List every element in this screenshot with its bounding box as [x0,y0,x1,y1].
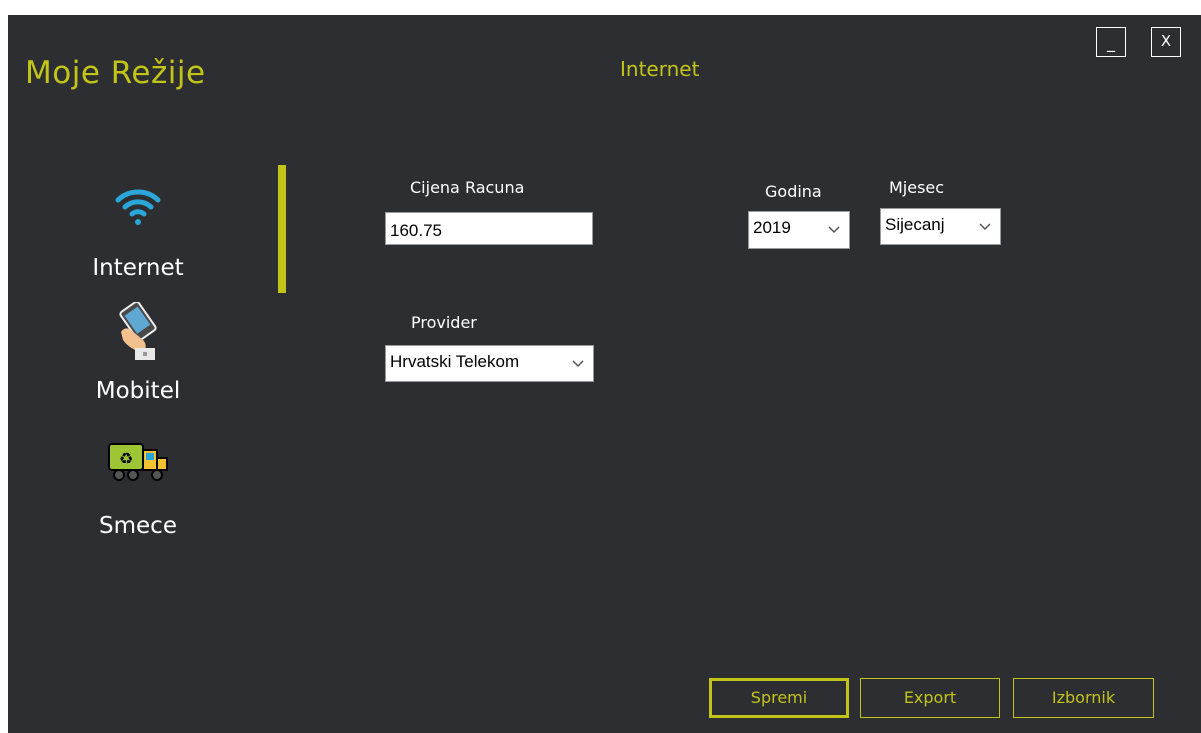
price-input[interactable] [385,212,593,245]
sidebar-item-label: Smece [99,513,177,539]
close-button[interactable]: X [1151,27,1181,57]
chevron-down-icon [828,226,840,234]
active-indicator [278,165,286,293]
page-title: Internet [620,57,700,81]
export-button[interactable]: Export [860,678,1000,718]
month-select[interactable]: Sijecanj [880,208,1001,245]
sidebar-item-internet[interactable]: Internet [48,175,228,290]
garbage-truck-icon: ♻ [108,443,168,481]
app-title: Moje Režije [25,55,206,91]
year-select[interactable]: 2019 [748,211,850,249]
price-label: Cijena Racuna [410,178,525,197]
menu-button[interactable]: Izbornik [1013,678,1154,718]
sidebar-item-label: Mobitel [95,378,181,404]
sidebar-item-label: Internet [92,255,184,281]
svg-text:♻: ♻ [119,449,133,468]
mobile-phone-icon [119,302,157,360]
app-window: Moje Režije Internet _ X Internet Mobite… [8,15,1201,733]
month-label: Mjesec [889,178,945,197]
chevron-down-icon [572,360,584,368]
year-label: Godina [765,182,822,201]
year-value: 2019 [753,218,791,237]
chevron-down-icon [979,223,991,231]
provider-label: Provider [411,313,477,332]
sidebar-item-mobitel[interactable]: Mobitel [48,298,228,413]
provider-value: Hrvatski Telekom [390,352,520,371]
save-button[interactable]: Spremi [709,678,849,718]
wifi-icon [115,189,161,225]
minimize-button[interactable]: _ [1096,27,1126,57]
provider-select[interactable]: Hrvatski Telekom [385,345,594,382]
month-value: Sijecanj [885,215,945,234]
sidebar-item-smece[interactable]: ♻ Smece [48,440,228,550]
